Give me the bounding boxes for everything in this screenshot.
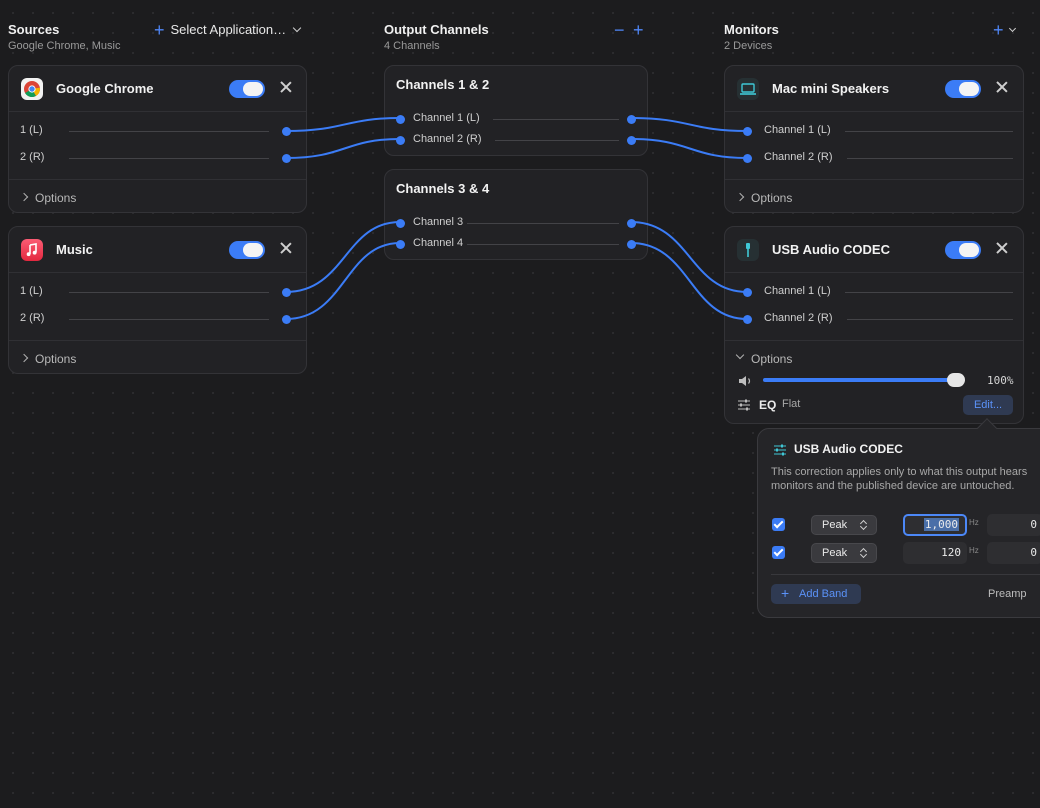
patch-cables (285, 117, 748, 320)
frequency-unit: Hz (969, 518, 979, 527)
cable-chrome-r (285, 138, 401, 159)
band-frequency-value: 1,000 (923, 518, 959, 531)
band-type-select[interactable]: Peak (811, 515, 877, 535)
preamp-label: Preamp (988, 588, 1027, 600)
add-band-label: Add Band (799, 588, 848, 600)
popover-description-line2: monitors and the published device are un… (771, 480, 1015, 492)
add-band-button[interactable]: + Add Band (771, 584, 861, 604)
band-gain-value: 0 (1030, 518, 1037, 531)
band-frequency-value: 120 (941, 546, 961, 559)
cable-ch4-usb (630, 242, 748, 320)
frequency-unit: Hz (969, 546, 979, 555)
popover-description-line1: This correction applies only to what thi… (771, 466, 1028, 478)
band-gain-input[interactable]: 0 (987, 514, 1040, 536)
band-gain-value: 0 (1030, 546, 1037, 559)
divider (771, 574, 1040, 575)
band-frequency-input[interactable]: 1,000 (903, 514, 967, 536)
popover-title: USB Audio CODEC (794, 442, 903, 456)
cable-chrome-l (285, 117, 401, 132)
updown-chevron-icon (860, 547, 868, 559)
updown-chevron-icon (860, 519, 868, 531)
cable-ch2-speakers (630, 138, 748, 159)
band-enabled-checkbox[interactable] (772, 518, 785, 531)
band-type-value: Peak (822, 519, 848, 531)
band-enabled-checkbox[interactable] (772, 546, 785, 559)
band-type-value: Peak (822, 547, 848, 559)
cable-music-r (285, 242, 401, 320)
eq-sliders-icon (773, 443, 787, 456)
plus-icon: + (781, 585, 790, 601)
band-frequency-input[interactable]: 120 (903, 542, 967, 564)
cable-ch1-speakers (630, 117, 748, 132)
band-gain-input[interactable]: 0 (987, 542, 1040, 564)
band-type-select[interactable]: Peak (811, 543, 877, 563)
